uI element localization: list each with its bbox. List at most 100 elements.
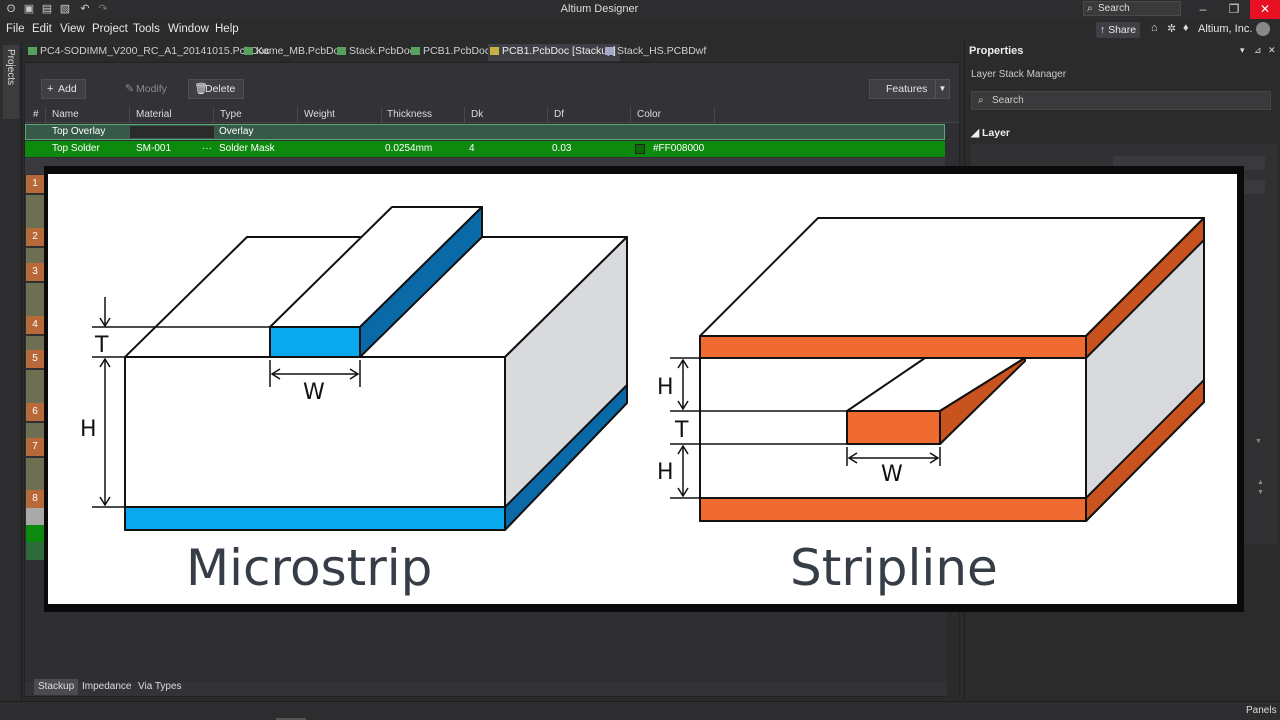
layer-type-cell[interactable]: Overlay	[219, 126, 253, 137]
pin-icon[interactable]: ⊿	[1254, 45, 1262, 56]
diagram-card: T H W H T H W Microstrip Stripline	[48, 174, 1237, 604]
microstrip-caption: Microstrip	[186, 539, 433, 597]
share-button[interactable]: ↑ Share	[1096, 22, 1140, 38]
col-header-material[interactable]: Material	[136, 109, 172, 120]
thickness-cell[interactable]: 0.0254mm	[385, 143, 432, 154]
stripline-caption: Stripline	[790, 539, 998, 597]
stripline-w-label: W	[881, 462, 903, 487]
properties-search-placeholder: Search	[992, 95, 1024, 106]
properties-search-input[interactable]: ⌕ Search	[971, 91, 1271, 110]
tab-pcb1[interactable]: PCB1.PcbDoc *	[409, 44, 497, 61]
close-panel-icon[interactable]: ✕	[1268, 45, 1276, 56]
layer-name-cell[interactable]: Top Solder	[52, 143, 100, 154]
restore-button[interactable]: ❐	[1219, 0, 1249, 19]
col-header-thickness[interactable]: Thickness	[387, 109, 432, 120]
dropdown-arrow-icon[interactable]: ▼	[1255, 438, 1262, 445]
delete-label: Delete	[205, 83, 236, 95]
title-bar: ʘ ▣ ▤ ▧ ↶ ↷ Altium Designer ⌕ Search – ❐…	[0, 0, 1280, 19]
tab-pcb1-stackup[interactable]: PCB1.PcbDoc [Stackup]	[488, 44, 620, 61]
chevron-down-icon[interactable]: ▼	[935, 80, 949, 98]
pcb-doc-icon	[411, 47, 420, 55]
panel-menu-icon[interactable]: ▾	[1240, 45, 1245, 56]
col-header-color[interactable]: Color	[637, 109, 661, 120]
avatar[interactable]	[1256, 22, 1270, 36]
tab-via-types[interactable]: Via Types	[134, 679, 186, 695]
layer-section-header[interactable]: ◢ Layer	[971, 127, 1010, 139]
menu-project[interactable]: Project	[92, 23, 128, 35]
doc-tab-label: Kame_MB.PcbDoc	[256, 45, 345, 57]
notifications-icon[interactable]: ♦	[1183, 22, 1189, 34]
search-placeholder: Search	[1098, 3, 1130, 14]
col-header-name[interactable]: Name	[52, 109, 79, 120]
pencil-icon: ✎	[125, 83, 135, 95]
material-browse-icon[interactable]: ···	[202, 143, 212, 154]
dk-cell[interactable]: 4	[469, 143, 475, 154]
projects-panel-tab[interactable]: Projects	[3, 45, 19, 119]
add-layer-button[interactable]: + Add	[41, 79, 86, 99]
microstrip-h-label: H	[80, 417, 97, 442]
layer-number: 1	[26, 175, 44, 193]
layer-number: 3	[26, 263, 44, 281]
features-dropdown[interactable]: Features ▼	[869, 79, 950, 99]
left-dock-strip: Projects	[0, 41, 22, 701]
col-header-df[interactable]: Df	[554, 109, 564, 120]
modify-layer-button[interactable]: ✎ Modify	[119, 79, 176, 99]
col-header-type[interactable]: Type	[220, 109, 242, 120]
account-label[interactable]: Altium, Inc.	[1198, 23, 1252, 35]
table-row[interactable]: Top Overlay Overlay	[25, 124, 945, 140]
tab-impedance[interactable]: Impedance	[78, 679, 135, 695]
col-header-dk[interactable]: Dk	[471, 109, 483, 120]
tab-pc4-sodimm[interactable]: PC4-SODIMM_V200_RC_A1_20141015.PcbDoc	[26, 44, 269, 61]
layer-number: 6	[26, 403, 44, 421]
stackup-toolbar: + Add ✎ Modify 🗑 Delete Features ▼	[25, 63, 959, 103]
df-cell[interactable]: 0.03	[552, 143, 571, 154]
menu-edit[interactable]: Edit	[32, 23, 52, 35]
col-header-number: #	[33, 109, 39, 120]
menu-file[interactable]: File	[6, 23, 25, 35]
tab-stack[interactable]: Stack.PcbDoc	[335, 44, 415, 61]
microstrip-t-label: T	[94, 333, 109, 358]
color-cell[interactable]: #FF008000	[653, 143, 704, 154]
plus-icon: +	[47, 83, 54, 95]
layer-number: 5	[26, 350, 44, 368]
tab-kame-mb[interactable]: Kame_MB.PcbDoc	[242, 44, 345, 61]
microstrip-w-label: W	[303, 380, 325, 405]
layer-type-cell[interactable]: Solder Mask	[219, 143, 275, 154]
menu-view[interactable]: View	[60, 23, 85, 35]
gear-icon[interactable]: ✲	[1167, 22, 1176, 35]
panels-button[interactable]: Panels	[1246, 705, 1277, 716]
global-search-input[interactable]: ⌕ Search	[1083, 1, 1181, 16]
home-icon[interactable]: ⌂	[1151, 22, 1158, 34]
modify-label: Modify	[136, 83, 167, 95]
material-cell[interactable]: SM-001	[136, 143, 171, 154]
minimize-button[interactable]: –	[1188, 0, 1218, 19]
menu-window[interactable]: Window	[168, 23, 209, 35]
search-icon: ⌕	[1087, 3, 1093, 14]
tab-stack-hs[interactable]: Stack_HS.PCBDwf	[603, 44, 706, 61]
doc-tab-label: Stack.PcbDoc	[349, 45, 415, 57]
doc-tab-label: PCB1.PcbDoc *	[423, 45, 498, 57]
spinner-up-icon[interactable]: ▲	[1257, 479, 1264, 486]
stripline-t-label: T	[674, 418, 689, 443]
spinner-down-icon[interactable]: ▼	[1257, 489, 1264, 496]
close-button[interactable]: ✕	[1250, 0, 1280, 19]
color-swatch[interactable]	[635, 144, 645, 154]
layer-section-label: Layer	[982, 127, 1011, 139]
layer-name-cell[interactable]: Top Overlay	[52, 126, 105, 137]
stackup-doc-icon	[490, 47, 499, 55]
col-header-weight[interactable]: Weight	[304, 109, 335, 120]
delete-layer-button[interactable]: 🗑 Delete	[188, 79, 245, 99]
properties-title: Properties	[969, 45, 1024, 57]
tab-stackup[interactable]: Stackup	[34, 679, 79, 695]
layer-number: 4	[26, 316, 44, 334]
menu-tools[interactable]: Tools	[133, 23, 160, 35]
share-label: Share	[1108, 24, 1137, 36]
layer-number: 8	[26, 490, 44, 508]
material-cell[interactable]	[130, 126, 214, 138]
document-tabs: PC4-SODIMM_V200_RC_A1_20141015.PcbDoc Ka…	[24, 41, 960, 61]
window-title: Altium Designer	[560, 3, 639, 15]
search-icon: ⌕	[978, 95, 984, 106]
table-row[interactable]: Top Solder SM-001 ··· Solder Mask 0.0254…	[25, 141, 945, 157]
menu-help[interactable]: Help	[215, 23, 239, 35]
trash-icon: 🗑	[194, 83, 208, 95]
